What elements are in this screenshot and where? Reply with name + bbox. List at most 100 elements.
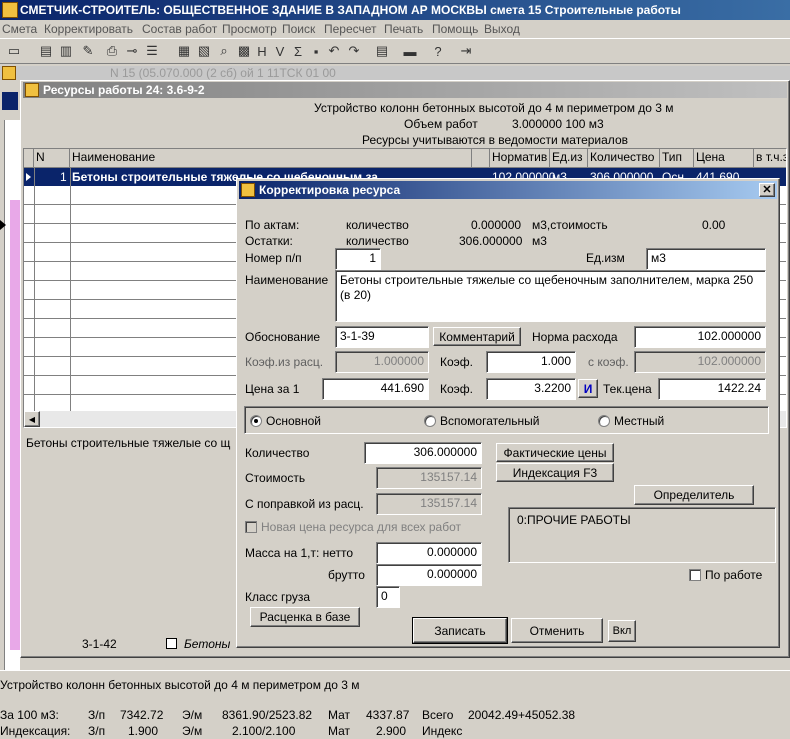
menu-print[interactable]: Печать [384, 22, 423, 36]
find-icon[interactable]: ⌕ [216, 43, 232, 59]
col-header-name[interactable]: Наименование [70, 149, 472, 168]
mass-net-field[interactable]: 0.000000 [376, 542, 482, 564]
rascenka-button[interactable]: Расценка в базе [250, 607, 360, 627]
table-icon[interactable]: ▦ [176, 43, 192, 59]
undo-icon[interactable]: ↶ [326, 43, 342, 59]
scroll-left-icon[interactable]: ◀ [24, 411, 40, 427]
exit-icon[interactable]: ⇥ [458, 43, 474, 59]
menu-help[interactable]: Помощь [432, 22, 478, 36]
menu-smeta[interactable]: Смета [2, 22, 37, 36]
col-header-qty[interactable]: Количество [588, 149, 660, 168]
col-header-n[interactable]: N [34, 149, 70, 168]
sum-icon[interactable]: Σ [290, 43, 306, 59]
index-zp-label: З/п [88, 724, 106, 738]
col-header-unit[interactable]: Ед.из [550, 149, 588, 168]
col-header-price[interactable]: Цена [694, 149, 754, 168]
resources-status-text: Бетоны строительные тяжелые со щ [26, 436, 231, 450]
norma-field[interactable]: 102.000000 [634, 326, 766, 348]
open-icon[interactable]: ▭ [6, 43, 22, 59]
per100-mat: 4337.87 [366, 708, 410, 722]
radio-local[interactable] [598, 415, 610, 427]
bg-window-strip: N 15 (05.070.000 (2 сб) ой 1 11ТСК 01 00 [0, 66, 790, 80]
edizm-label: Ед.изм [586, 251, 625, 265]
grid-vline [34, 168, 35, 413]
po-aktam-qty: 0.000000 [471, 218, 522, 232]
menu-exit[interactable]: Выход [484, 22, 520, 36]
col-header-type[interactable]: Тип [660, 149, 694, 168]
col-header-flag [472, 149, 490, 168]
menu-search[interactable]: Поиск [282, 22, 315, 36]
cena-label: Цена за 1 [245, 382, 300, 396]
indexation-button[interactable]: Индексация F3 [496, 463, 614, 482]
menu-bar: Смета Корректировать Состав работ Просмо… [0, 20, 790, 38]
new-doc-icon[interactable]: ▤ [38, 43, 54, 59]
edizm-field[interactable]: м3 [646, 248, 766, 270]
cost-field: 135157.14 [376, 467, 482, 489]
row-n: 1 [60, 170, 67, 184]
list-icon[interactable]: ☰ [144, 43, 160, 59]
radio-aux[interactable] [424, 415, 436, 427]
col-header-norm[interactable]: Норматив [490, 149, 550, 168]
col-header-selector [24, 149, 34, 168]
klass-field[interactable]: 0 [376, 586, 400, 608]
po-aktam-cost: 0.00 [702, 218, 726, 232]
koef2-field[interactable]: 3.2200 [486, 378, 576, 400]
resources-window-icon [25, 83, 39, 97]
klass-label: Класс груза [245, 590, 311, 604]
tekcena-field[interactable]: 1422.24 [658, 378, 766, 400]
norma-label: Норма расхода [532, 330, 618, 344]
close-icon[interactable]: ✕ [759, 183, 775, 197]
save-icon[interactable]: ▪ [308, 43, 324, 59]
qty-field[interactable]: 306.000000 [364, 442, 482, 464]
nomer-label: Номер п/п [245, 251, 302, 265]
ostatki-qty: 306.000000 [459, 234, 523, 248]
menu-view[interactable]: Просмотр [222, 22, 277, 36]
index-i-button[interactable]: И [578, 379, 598, 398]
print-icon[interactable]: ⎙ [104, 43, 120, 59]
qty-label: Количество [245, 446, 310, 460]
comment-button[interactable]: Комментарий [433, 327, 521, 346]
fact-prices-button[interactable]: Фактические цены [496, 443, 614, 462]
koef1-field[interactable]: 1.000 [486, 351, 576, 373]
cancel-button[interactable]: Отменить [511, 618, 603, 643]
obosn-field[interactable]: 3-1-39 [335, 326, 429, 348]
col-header-zp[interactable]: в т.ч.з [754, 149, 786, 168]
radio-main-label[interactable]: Основной [266, 414, 321, 428]
po-aktam-qty-label: количество [346, 218, 409, 232]
po-rabote-label[interactable]: По работе [705, 568, 762, 582]
window-icon[interactable]: ▬ [402, 43, 418, 59]
nomer-field[interactable]: 1 [335, 248, 381, 270]
doc-icon[interactable]: ▥ [58, 43, 74, 59]
mass-gross-field[interactable]: 0.000000 [376, 564, 482, 586]
opredelitel-box: 0:ПРОЧИЕ РАБОТЫ [508, 507, 776, 563]
calc-icon[interactable]: ▤ [374, 43, 390, 59]
pen-icon[interactable]: ✎ [80, 43, 96, 59]
bg-row-code: 3-1-42 [82, 637, 117, 651]
redo-icon[interactable]: ↷ [346, 43, 362, 59]
po-rabote-checkbox[interactable] [689, 569, 701, 581]
menu-recalc[interactable]: Пересчет [324, 22, 377, 36]
skoef-field: 102.000000 [634, 351, 766, 373]
help-icon[interactable]: ? [430, 43, 446, 59]
radio-main[interactable] [250, 415, 262, 427]
h-icon[interactable]: H [254, 43, 270, 59]
opredelitel-button[interactable]: Определитель [634, 485, 754, 505]
menu-correct[interactable]: Корректировать [44, 22, 133, 36]
v-icon[interactable]: V [272, 43, 288, 59]
cena-field[interactable]: 441.690 [322, 378, 429, 400]
dialog-title-bar[interactable]: Корректировка ресурса [239, 181, 777, 199]
bg-window-text: N 15 (05.070.000 (2 сб) ой 1 11ТСК 01 00 [110, 66, 336, 80]
menu-sostav[interactable]: Состав работ [142, 22, 217, 36]
app-title-bar[interactable]: СМЕТЧИК-СТРОИТЕЛЬ: ОБЩЕСТВЕННОЕ ЗДАНИЕ В… [0, 0, 790, 20]
radio-aux-label[interactable]: Вспомогательный [440, 414, 539, 428]
save-button[interactable]: Записать [413, 618, 507, 643]
grid-icon[interactable]: ▩ [236, 43, 252, 59]
link-icon[interactable]: ⊸ [124, 43, 140, 59]
vkl-button[interactable]: Вкл [608, 620, 636, 642]
name-textarea[interactable]: Бетоны строительные тяжелые со щебеночны… [335, 270, 766, 322]
koef2-label: Коэф. [440, 382, 473, 396]
preview-icon[interactable]: ▧ [196, 43, 212, 59]
per100-em-label: Э/м [182, 708, 203, 722]
radio-local-label[interactable]: Местный [614, 414, 664, 428]
resources-title-bar[interactable]: Ресурсы работы 24: 3.6-9-2 [23, 82, 787, 98]
